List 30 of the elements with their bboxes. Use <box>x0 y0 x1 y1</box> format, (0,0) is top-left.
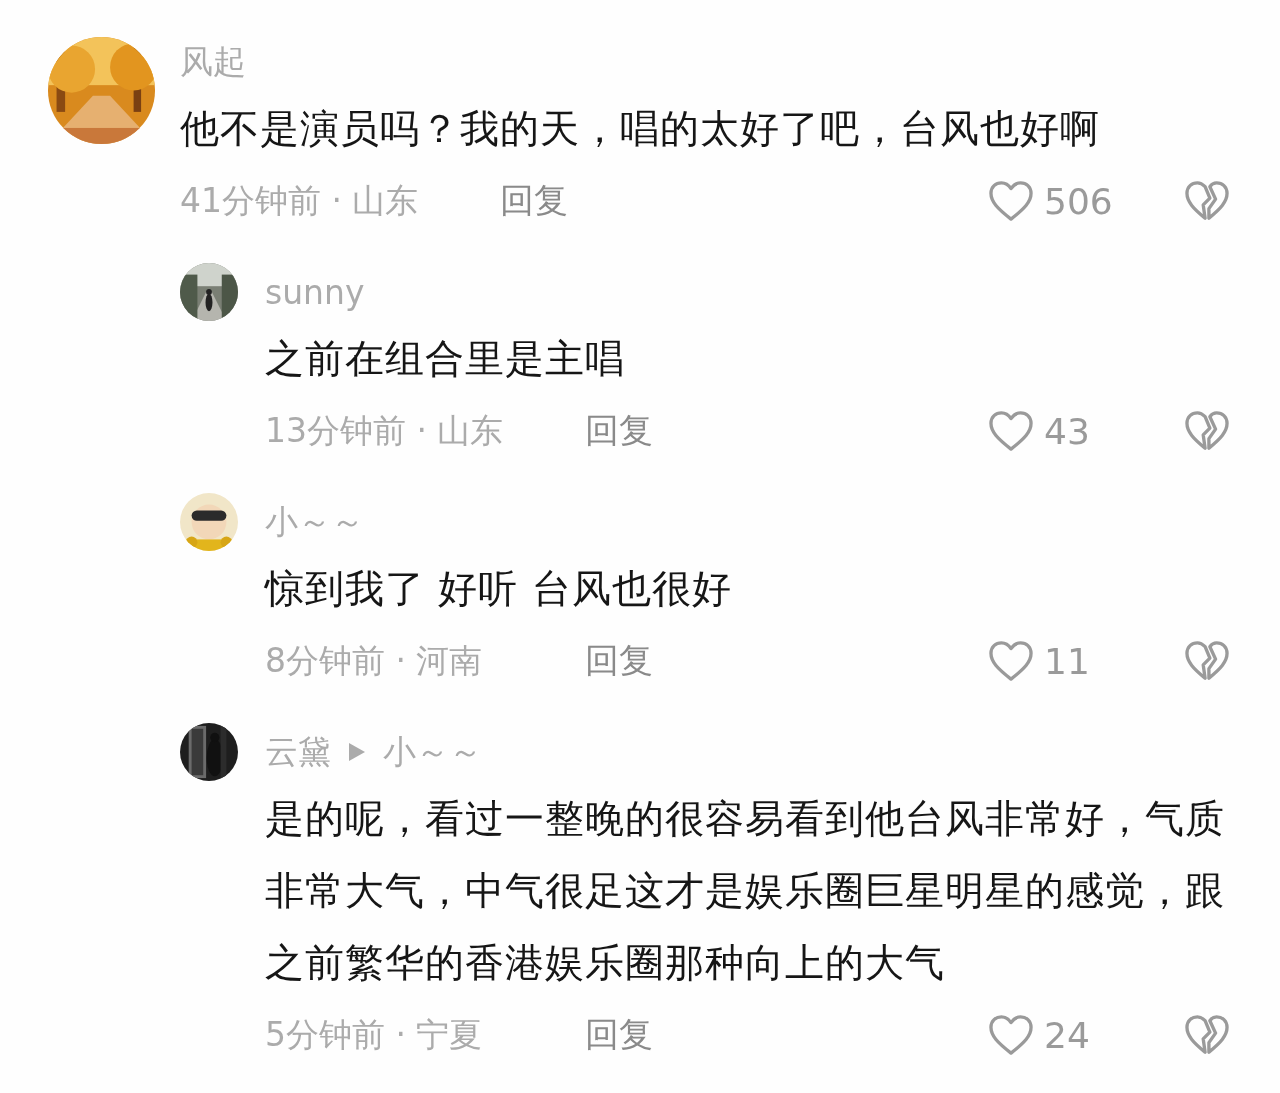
username[interactable]: 风起 <box>180 39 246 85</box>
broken-heart-icon[interactable] <box>1184 640 1230 682</box>
reply-button[interactable]: 回复 <box>585 1012 653 1058</box>
timestamp: 8分钟前 · 河南 <box>265 639 484 682</box>
heart-icon[interactable] <box>988 180 1034 222</box>
like-count: 43 <box>1044 410 1091 452</box>
heart-icon[interactable] <box>988 410 1034 452</box>
comment-text: 惊到我了 好听 台风也很好 <box>265 565 733 613</box>
comment-text: 之前在组合里是主唱 <box>265 335 626 383</box>
reply-button[interactable]: 回复 <box>585 638 653 684</box>
timestamp: 41分钟前 · 山东 <box>180 179 420 222</box>
username[interactable]: 小～～ <box>383 729 482 775</box>
heart-icon[interactable] <box>988 640 1034 682</box>
username[interactable]: 云黛 <box>265 729 331 775</box>
like-count: 506 <box>1044 180 1114 222</box>
timestamp: 5分钟前 · 宁夏 <box>265 1013 484 1056</box>
broken-heart-icon[interactable] <box>1184 1014 1230 1056</box>
comment-text: 他不是演员吗？我的天，唱的太好了吧，台风也好啊 <box>180 105 1101 153</box>
heart-icon[interactable] <box>988 1014 1034 1056</box>
triangle-icon <box>347 741 367 763</box>
reply-button[interactable]: 回复 <box>500 178 568 224</box>
like-count: 24 <box>1044 1014 1091 1056</box>
broken-heart-icon[interactable] <box>1184 180 1230 222</box>
broken-heart-icon[interactable] <box>1184 410 1230 452</box>
reply-button[interactable]: 回复 <box>585 408 653 454</box>
username[interactable]: 小～～ <box>265 499 364 545</box>
username[interactable]: sunny <box>265 272 365 312</box>
timestamp: 13分钟前 · 山东 <box>265 409 505 452</box>
comment-text: 是的呢，看过一整晚的很容易看到他台风非常好，气质非常大气，中气很足这才是娱乐圈巨星明星的感觉，跟之前繁华的香港娱乐圈那种向上的大气 <box>265 795 1226 987</box>
like-count: 11 <box>1044 640 1091 682</box>
